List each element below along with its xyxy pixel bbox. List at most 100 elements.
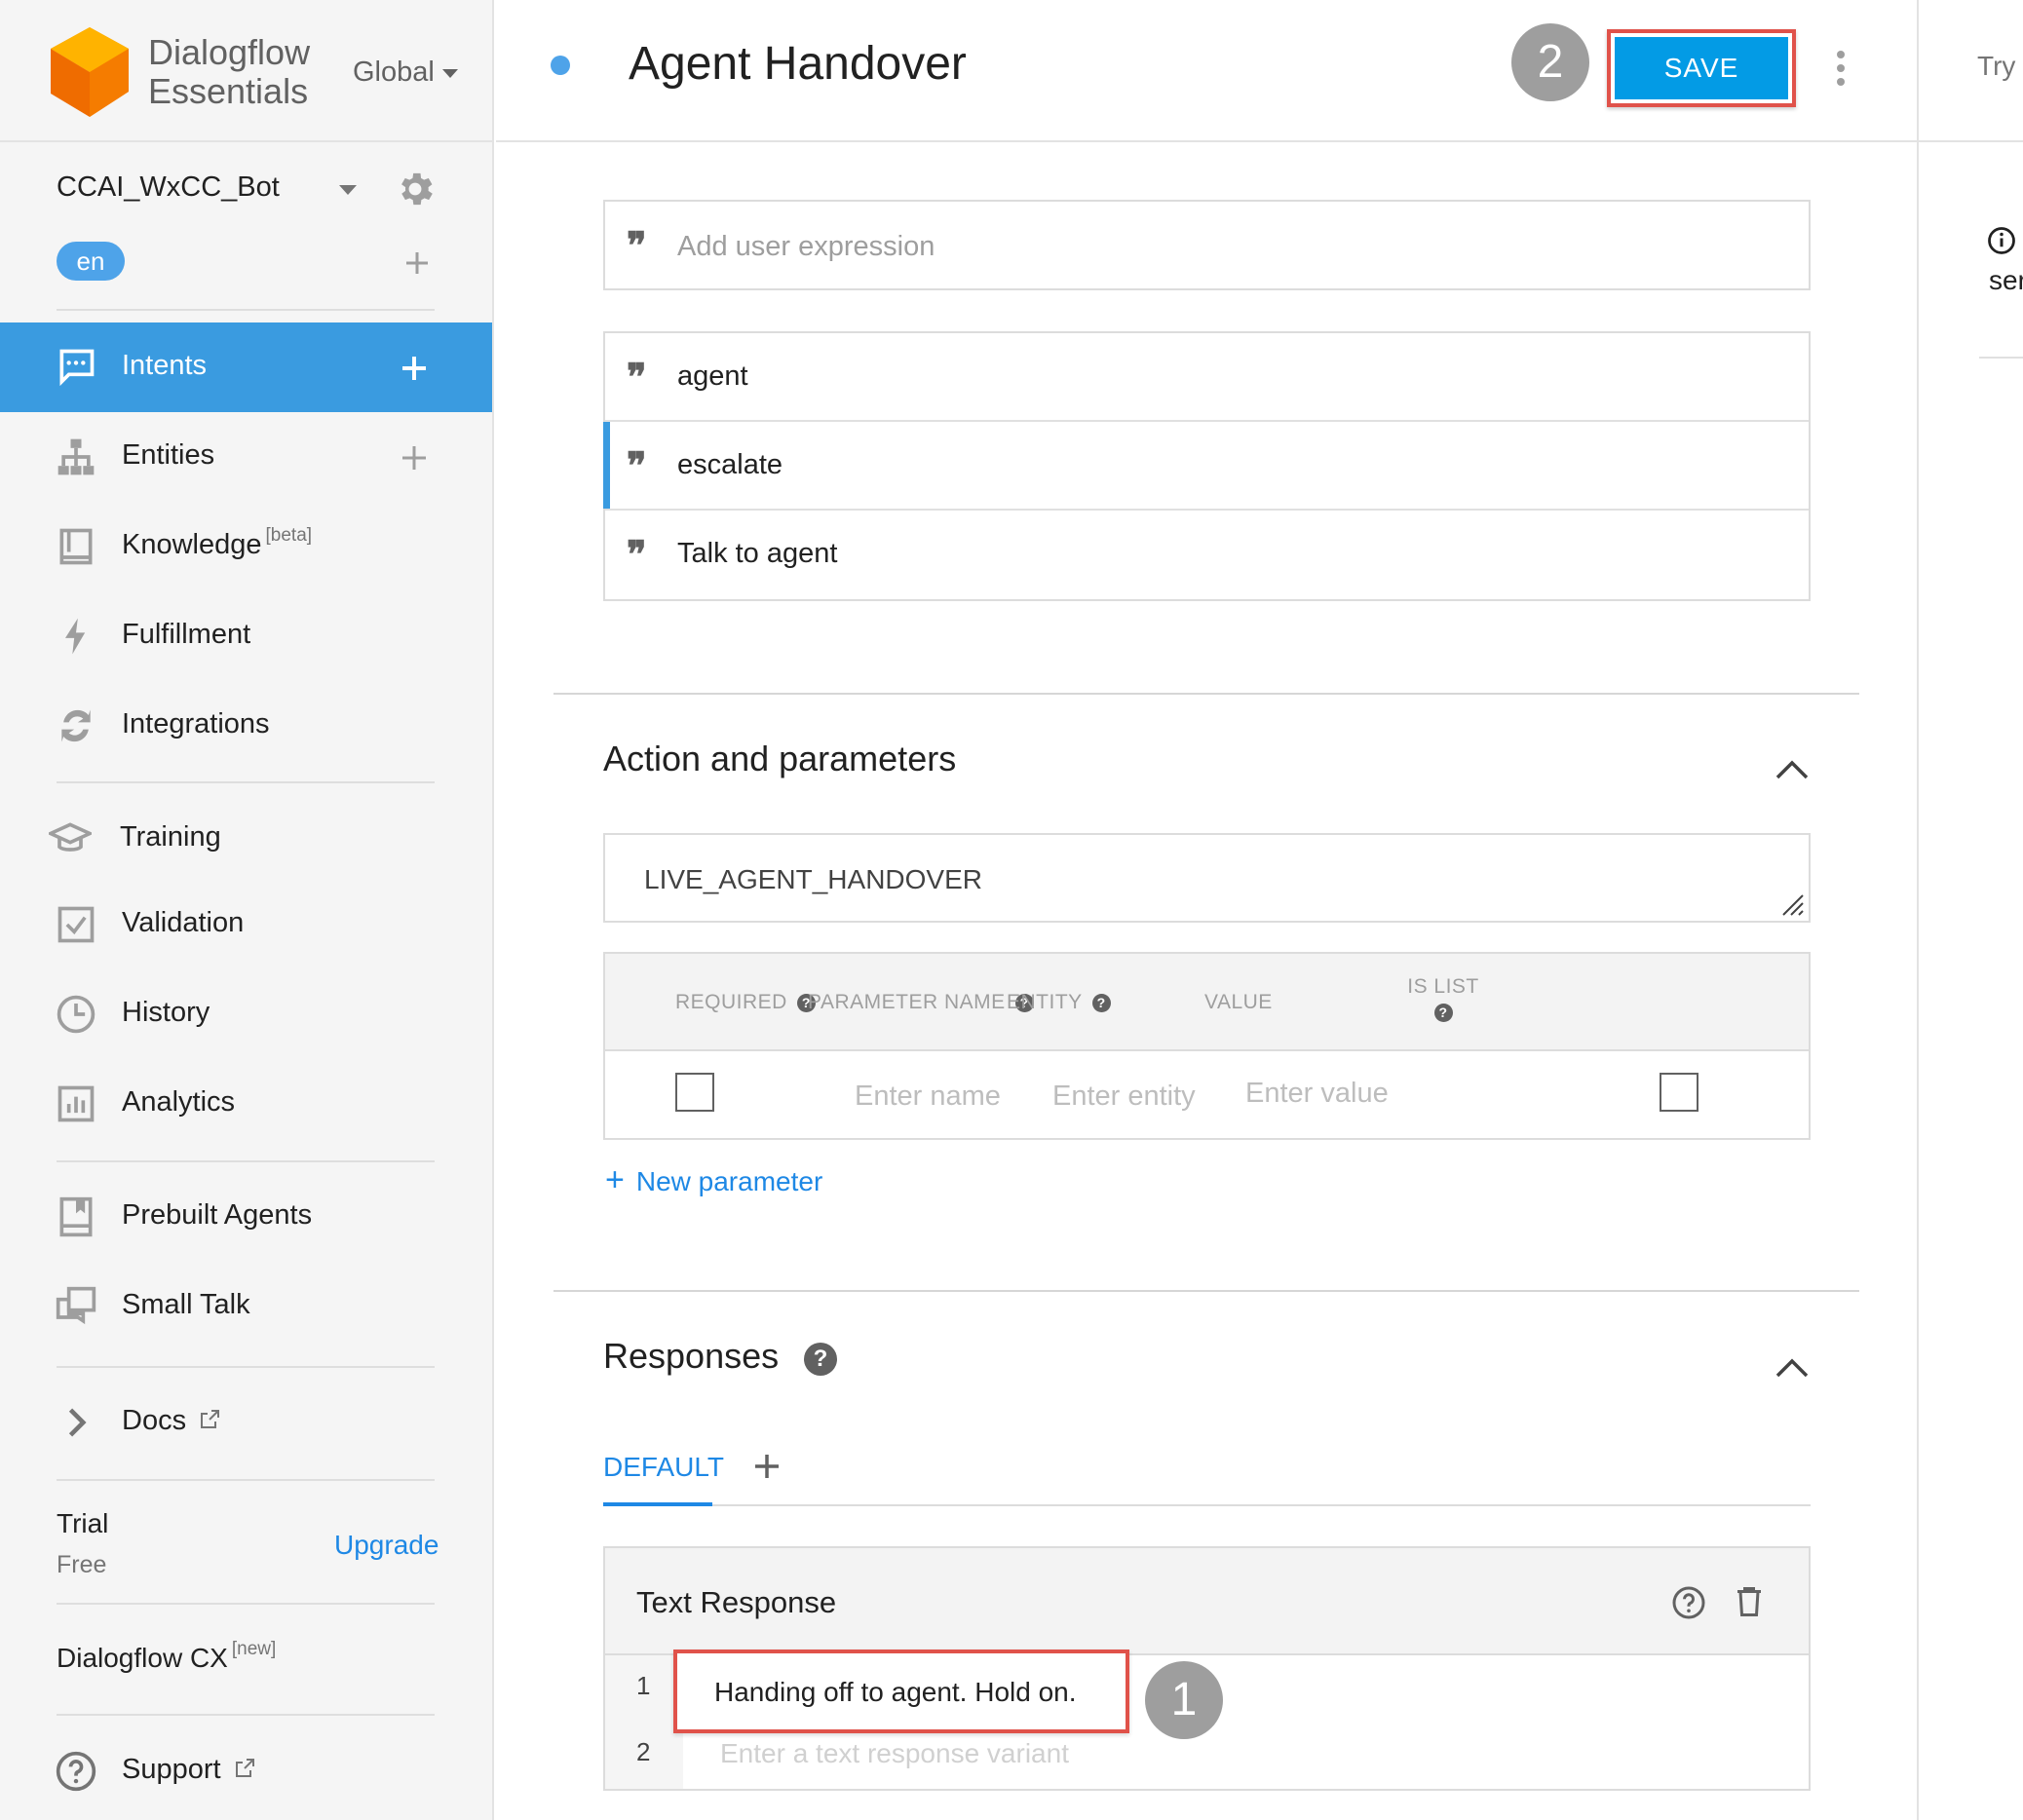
action-name-input[interactable]: LIVE_AGENT_HANDOVER [603, 833, 1811, 923]
sidebar-item-history[interactable]: History [0, 969, 492, 1059]
quote-icon: ❞ [627, 532, 647, 576]
upgrade-link[interactable]: Upgrade [334, 1530, 439, 1561]
training-phrase-row[interactable]: ❞ escalate [603, 422, 1809, 511]
training-icon [49, 822, 92, 852]
sidebar-item-label: Docs [122, 1405, 221, 1437]
line-number: 1 [636, 1671, 651, 1700]
parameter-name-input[interactable]: Enter name [855, 1081, 1001, 1113]
brand-name[interactable]: Dialogflow Essentials [148, 33, 310, 111]
sidebar-item-analytics[interactable]: Analytics [0, 1059, 492, 1149]
language-pill[interactable]: en [57, 242, 125, 281]
response-highlight-box[interactable]: Handing off to agent. Hold on. [673, 1649, 1129, 1733]
divider [57, 1479, 435, 1481]
support-text: Support [122, 1754, 221, 1785]
divider [57, 1714, 435, 1716]
add-user-expression-input[interactable]: ❞ Add user expression [603, 200, 1811, 290]
required-checkbox[interactable] [675, 1073, 714, 1112]
sidebar-item-intents[interactable]: Intents [0, 322, 492, 412]
responses-help-icon[interactable]: ? [804, 1343, 837, 1376]
expression-placeholder: Add user expression [677, 231, 935, 262]
docs-label: Docs [122, 1405, 187, 1436]
knowledge-label: Knowledge [122, 529, 262, 560]
try-it-label[interactable]: Try [1977, 51, 2015, 82]
integrations-icon [61, 709, 91, 742]
sidebar-item-training[interactable]: Training [0, 794, 492, 884]
agent-dropdown-caret-icon[interactable] [339, 185, 357, 195]
intent-title[interactable]: Agent Handover [629, 37, 967, 91]
is-list-checkbox[interactable] [1660, 1073, 1699, 1112]
entity-input[interactable]: Enter entity [1052, 1081, 1196, 1113]
response-text-1[interactable]: Handing off to agent. Hold on. [714, 1677, 1077, 1708]
caret-down-icon [441, 68, 458, 78]
gear-icon[interactable] [394, 168, 437, 210]
sidebar-item-integrations[interactable]: Integrations [0, 681, 492, 771]
trial-label: Trial [57, 1508, 109, 1538]
divider [57, 1603, 435, 1605]
sidebar-item-small-talk[interactable]: Small Talk [0, 1262, 492, 1351]
training-phrase-text[interactable]: agent [677, 360, 748, 393]
dialogflow-cx-link[interactable]: Dialogflow CX [new] [57, 1639, 276, 1674]
training-phrase-row[interactable]: ❞ agent [605, 333, 1809, 422]
add-language-icon[interactable] [403, 249, 431, 277]
tab-default[interactable]: DEFAULT [603, 1452, 724, 1483]
parameters-table-header: REQUIRED? PARAMETER NAME? ENTITY? VALUE … [605, 954, 1809, 1051]
try-it-header: Try [1919, 0, 2023, 142]
sidebar-item-fulfillment[interactable]: Fulfillment [0, 591, 492, 681]
sidebar-item-label: Training [120, 821, 221, 853]
entities-icon [57, 438, 95, 475]
add-intent-icon[interactable] [400, 354, 429, 383]
sidebar-item-support[interactable]: Support [0, 1726, 492, 1816]
help-icon[interactable]: ? [1091, 993, 1111, 1012]
fulfillment-icon [65, 618, 86, 655]
sidebar-item-validation[interactable]: Validation [0, 880, 492, 969]
line-number: 2 [636, 1737, 651, 1766]
response-variant-input[interactable]: Enter a text response variant [720, 1738, 1069, 1769]
sidebar-item-label: Intents [122, 350, 208, 381]
intent-header: Agent Handover 2 SAVE [496, 0, 1917, 142]
text-response-header: Text Response [605, 1548, 1809, 1655]
agent-selector[interactable]: CCAI_WxCC_Bot [57, 171, 280, 204]
save-button[interactable]: SAVE [1615, 37, 1788, 99]
quote-icon: ❞ [627, 443, 647, 487]
training-phrase-text[interactable]: escalate [677, 449, 782, 481]
info-text-fragment: ser [1989, 265, 2023, 295]
knowledge-icon [59, 528, 93, 565]
sidebar-item-label: History [122, 997, 210, 1028]
add-entity-icon[interactable] [400, 443, 429, 473]
section-divider [553, 693, 1859, 695]
divider [57, 781, 435, 783]
column-label: VALUE [1204, 991, 1273, 1013]
chevron-up-icon[interactable] [1775, 758, 1810, 781]
trial-plan: Free [57, 1551, 107, 1578]
column-label: IS LIST [1407, 975, 1479, 998]
external-link-icon [235, 1759, 254, 1777]
responses-section-title: Responses [603, 1336, 780, 1376]
resize-handle-icon[interactable] [1779, 891, 1805, 917]
trash-icon[interactable] [1732, 1583, 1767, 1620]
new-badge: [new] [231, 1639, 277, 1659]
add-tab-icon[interactable] [752, 1452, 782, 1481]
sidebar-item-label: Integrations [122, 708, 270, 739]
sidebar-item-label: Prebuilt Agents [122, 1199, 313, 1231]
help-circle-icon [56, 1751, 96, 1792]
sidebar-item-docs[interactable]: Docs [0, 1378, 492, 1467]
value-input[interactable]: Enter value [1245, 1078, 1389, 1110]
training-phrase-row[interactable]: ❞ Talk to agent [605, 511, 1809, 599]
training-phrase-text[interactable]: Talk to agent [677, 538, 837, 570]
beta-badge: [beta] [265, 525, 313, 546]
new-parameter-link[interactable]: + New parameter [605, 1161, 822, 1199]
more-vert-icon[interactable] [1835, 49, 1847, 88]
sidebar-item-prebuilt-agents[interactable]: Prebuilt Agents [0, 1172, 492, 1262]
column-header-entity: ENTITY? [1007, 991, 1111, 1014]
tab-bar-line [603, 1504, 1811, 1506]
help-circle-icon[interactable] [1671, 1585, 1706, 1620]
action-name-value: LIVE_AGENT_HANDOVER [644, 864, 982, 894]
dialogflow-logo-icon [51, 27, 129, 117]
help-icon[interactable]: ? [1433, 1003, 1453, 1022]
sidebar-item-knowledge[interactable]: Knowledge [beta] [0, 502, 492, 591]
region-selector[interactable]: Global [353, 57, 458, 89]
chevron-up-icon[interactable] [1775, 1356, 1810, 1380]
try-it-panel: Try ser [1917, 0, 2023, 1820]
sidebar-item-entities[interactable]: Entities [0, 412, 492, 502]
text-response-title: Text Response [636, 1585, 837, 1619]
